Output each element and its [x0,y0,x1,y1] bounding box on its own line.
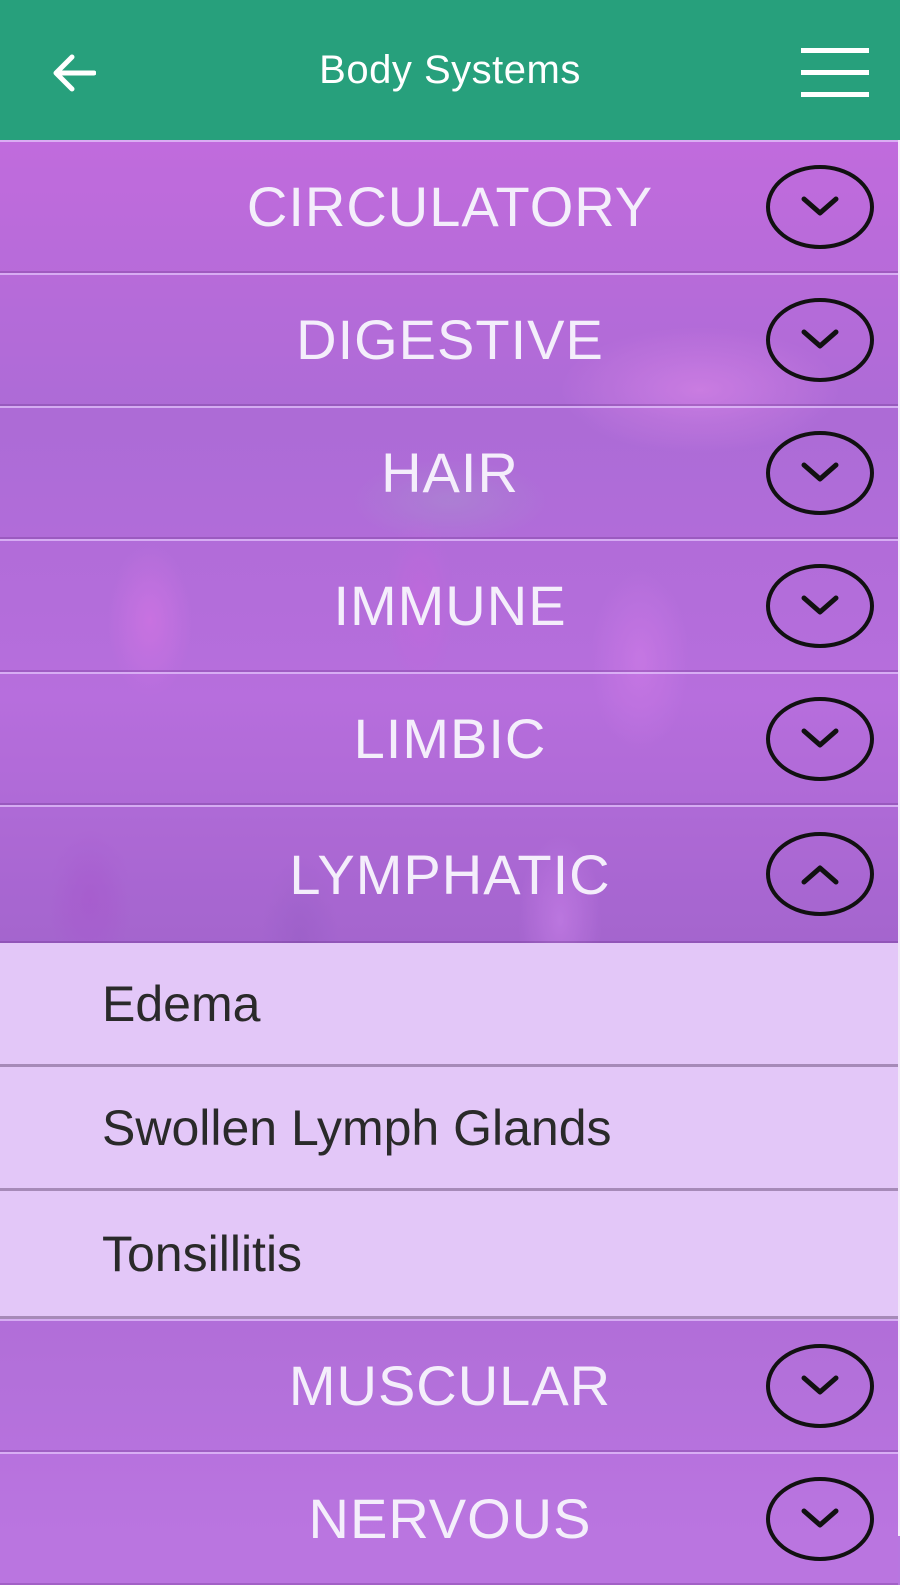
expand-button[interactable] [766,297,874,382]
group-limbic[interactable]: LIMBIC [0,672,898,805]
hamburger-menu-icon [801,48,869,97]
group-label: DIGESTIVE [296,308,604,371]
chevron-down-icon [766,297,874,382]
group-digestive[interactable]: DIGESTIVE [0,273,898,406]
expand-button[interactable] [766,1476,874,1561]
chevron-down-icon [766,430,874,515]
list-item-label: Edema [102,975,261,1032]
list-item-label: Tonsillitis [102,1225,303,1282]
group-lymphatic[interactable]: LYMPHATIC [0,805,898,943]
page-title: Body Systems [319,47,581,92]
group-label: LYMPHATIC [289,842,611,906]
expand-button[interactable] [766,430,874,515]
list-item-edema[interactable]: Edema [0,943,898,1067]
collapse-button[interactable] [766,832,874,916]
group-hair[interactable]: HAIR [0,406,898,539]
chevron-down-icon [766,696,874,781]
group-label: LIMBIC [353,707,547,770]
expand-button[interactable] [766,563,874,648]
group-label: HAIR [381,441,519,504]
expand-button[interactable] [766,164,874,249]
list-item-tonsillitis[interactable]: Tonsillitis [0,1191,898,1319]
arrow-left-icon [53,54,96,92]
expand-button[interactable] [766,1343,874,1428]
chevron-down-icon [766,1343,874,1428]
chevron-up-icon [766,832,874,916]
chevron-down-icon [766,1476,874,1561]
menu-button[interactable] [798,40,872,104]
group-label: MUSCULAR [288,1354,612,1417]
body-systems-list: CIRCULATORY DIGESTIVE HAIR IMMUNE LIMBIC… [0,140,898,1585]
chevron-down-icon [766,164,874,249]
expand-button[interactable] [766,696,874,781]
group-nervous[interactable]: NERVOUS [0,1452,898,1585]
list-item-swollen-lymph-glands[interactable]: Swollen Lymph Glands [0,1067,898,1191]
group-circulatory[interactable]: CIRCULATORY [0,140,898,273]
list-item-label: Swollen Lymph Glands [102,1099,612,1156]
group-muscular[interactable]: MUSCULAR [0,1319,898,1452]
back-button[interactable] [40,40,106,106]
app-bar: Body Systems [0,0,900,140]
group-label: IMMUNE [333,574,567,637]
group-label: CIRCULATORY [246,175,654,238]
chevron-down-icon [766,563,874,648]
group-label: NERVOUS [308,1487,592,1550]
group-immune[interactable]: IMMUNE [0,539,898,672]
